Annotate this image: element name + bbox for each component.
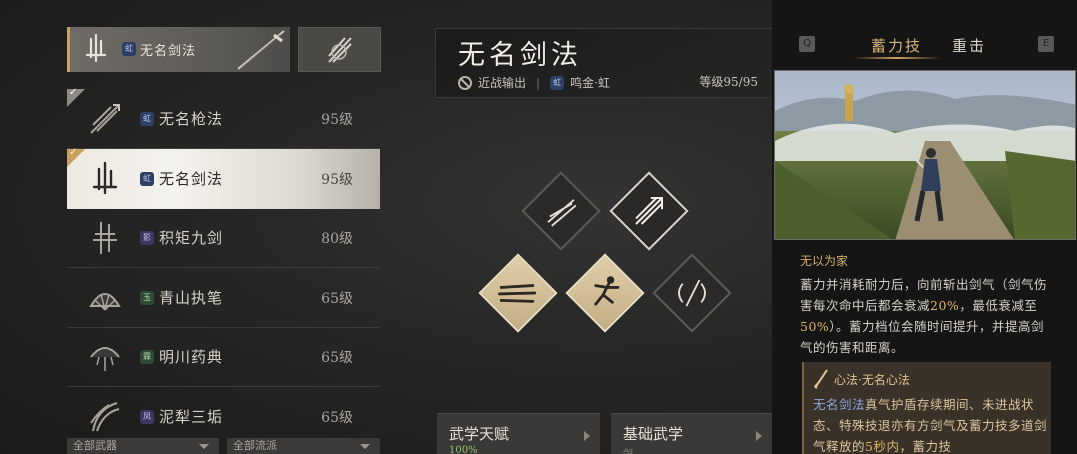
weapon-level-readout: 等级95/95 xyxy=(699,75,758,89)
school-badge: 凤 xyxy=(140,410,154,424)
weapon-row-3[interactable]: 影 积矩九剑 80级 xyxy=(67,208,380,268)
basic-martial-tab[interactable]: 基础武学 剑 xyxy=(611,413,772,454)
weapon-name: 青山执笔 xyxy=(159,289,224,307)
weapon-level: 95级 xyxy=(321,112,353,128)
sword-weapon-icon xyxy=(85,33,107,63)
school-badge: 玉 xyxy=(140,291,154,305)
check-icon: ✓ xyxy=(69,147,78,158)
weapon-level: 95级 xyxy=(321,172,353,188)
twin-sword-weapon-icon xyxy=(93,222,117,254)
skill-preview-scene xyxy=(775,71,1075,239)
heart-method-box: 心法·无名心法 无名剑法真气护盾存续期间、未进战状态、特殊技退亦有方剑气及蓄力技… xyxy=(802,362,1051,454)
sword-illustration-icon xyxy=(237,30,285,70)
key-prompt-e[interactable]: E xyxy=(1038,36,1054,52)
chevron-down-icon xyxy=(360,444,370,449)
chevron-right-icon xyxy=(584,431,590,441)
spear-weapon-icon xyxy=(90,104,120,134)
leaping-figure-skill-icon xyxy=(594,276,620,306)
weapon-row-4[interactable]: 玉 青山执笔 65级 xyxy=(67,268,380,328)
desc-text: ，最低衰减至 xyxy=(959,298,1038,313)
equipped-weapon-slot[interactable]: 虹 无名剑法 xyxy=(67,27,290,72)
active-tab-underline xyxy=(853,57,941,59)
tab-progress: 100% xyxy=(449,445,478,454)
skill-description: 蓄力并消耗耐力后，向前斩出剑气（剑气伤害每次命中后都会衰减20%，最低衰减至50… xyxy=(800,274,1056,358)
school-badge: 虹 xyxy=(140,112,154,126)
tab-label: 基础武学 xyxy=(623,425,684,443)
fan-weapon-icon xyxy=(89,293,121,311)
weapon-name: 积矩九剑 xyxy=(159,229,224,247)
tab-charged-skill[interactable]: 蓄力技 xyxy=(871,35,922,56)
school-badge: 影 xyxy=(140,231,154,245)
tab-sub: 剑 xyxy=(623,445,633,454)
umbrella-weapon-icon xyxy=(90,347,120,371)
weapon-level: 65级 xyxy=(321,410,353,426)
weapon-name: 无名剑法 xyxy=(159,170,224,188)
skill-name: 无以为家 xyxy=(800,254,849,268)
desc-highlight: 50% xyxy=(800,319,830,334)
skill-diamond-5[interactable] xyxy=(652,253,732,333)
heart-text: ，蓄力技 xyxy=(899,439,952,454)
weapon-role: 近战输出 xyxy=(478,76,527,90)
weapon-name: 无名枪法 xyxy=(159,110,224,128)
weapon-row-1[interactable]: ✓ 虹 无名枪法 95级 xyxy=(67,87,380,149)
tab-label: 武学天赋 xyxy=(449,425,510,443)
heart-method-title: 心法·无名心法 xyxy=(834,373,910,387)
weapon-filter-value: 全部武器 xyxy=(73,439,117,452)
weapon-level: 80级 xyxy=(321,231,353,247)
school-badge: 霖 xyxy=(140,350,154,364)
brush-icon xyxy=(814,369,828,389)
check-icon: ✓ xyxy=(69,87,78,98)
school-filter-dropdown[interactable]: 全部流派 xyxy=(227,438,380,454)
swap-weapon-button[interactable] xyxy=(298,27,381,72)
role-icon xyxy=(458,75,472,90)
weapon-level: 65级 xyxy=(321,350,353,366)
weapon-level: 65级 xyxy=(321,291,353,307)
weapon-row-5[interactable]: 霖 明川药典 65级 xyxy=(67,327,380,387)
blade-weapon-icon xyxy=(90,402,120,432)
desc-highlight: 20% xyxy=(930,298,960,313)
weapon-detail-header: 无名剑法 近战输出 | 虹 鸣金·虹 等级95/95 xyxy=(435,28,773,98)
weapon-title: 无名剑法 xyxy=(458,40,582,71)
school-badge: 虹 xyxy=(140,172,154,186)
sword-weapon-icon xyxy=(92,161,118,195)
school-badge: 虹 xyxy=(550,75,565,90)
skill-preview-video xyxy=(774,70,1076,240)
school-filter-value: 全部流派 xyxy=(233,439,277,452)
weapon-school: 鸣金·虹 xyxy=(570,76,610,90)
weapon-name: 明川药典 xyxy=(159,348,224,366)
whirl-slash-skill-icon xyxy=(678,279,706,307)
key-prompt-q[interactable]: Q xyxy=(799,36,815,52)
skill-diamond-4[interactable] xyxy=(565,253,645,333)
skill-diamond-3[interactable] xyxy=(478,253,558,333)
heart-highlight: 5秒内 xyxy=(865,439,900,454)
weapon-meta: 近战输出 | 虹 鸣金·虹 xyxy=(458,74,610,91)
equipped-school-badge: 虹 xyxy=(122,42,136,56)
sword-burst-skill-icon xyxy=(635,196,664,225)
tab-heavy-attack[interactable]: 重击 xyxy=(952,35,986,56)
chevron-down-icon xyxy=(199,444,209,449)
dash-strike-skill-icon xyxy=(498,284,537,303)
swap-weapon-icon xyxy=(328,37,352,63)
desc-text: ）。蓄力档位会随时间提升，并提高剑气的伤害和距离。 xyxy=(800,319,1045,355)
heart-method-description: 无名剑法真气护盾存续期间、未进战状态、特殊技退亦有方剑气及蓄力技多道剑气释放的5… xyxy=(813,394,1049,454)
meta-separator: | xyxy=(536,75,541,90)
weapon-name: 泥犁三垢 xyxy=(159,408,224,426)
martial-talent-tab[interactable]: 武学天赋 100% xyxy=(437,413,600,454)
skill-diamond-1[interactable] xyxy=(521,171,601,251)
weapon-filter-dropdown[interactable]: 全部武器 xyxy=(67,438,219,454)
triple-slash-skill-icon xyxy=(547,199,577,227)
weapon-row-2[interactable]: ✓ 虹 无名剑法 95级 xyxy=(67,147,380,209)
skill-diamond-2[interactable] xyxy=(609,171,689,251)
chevron-right-icon xyxy=(756,431,762,441)
equipped-weapon-name: 无名剑法 xyxy=(140,44,197,59)
heart-highlight: 无名剑法 xyxy=(813,397,866,412)
